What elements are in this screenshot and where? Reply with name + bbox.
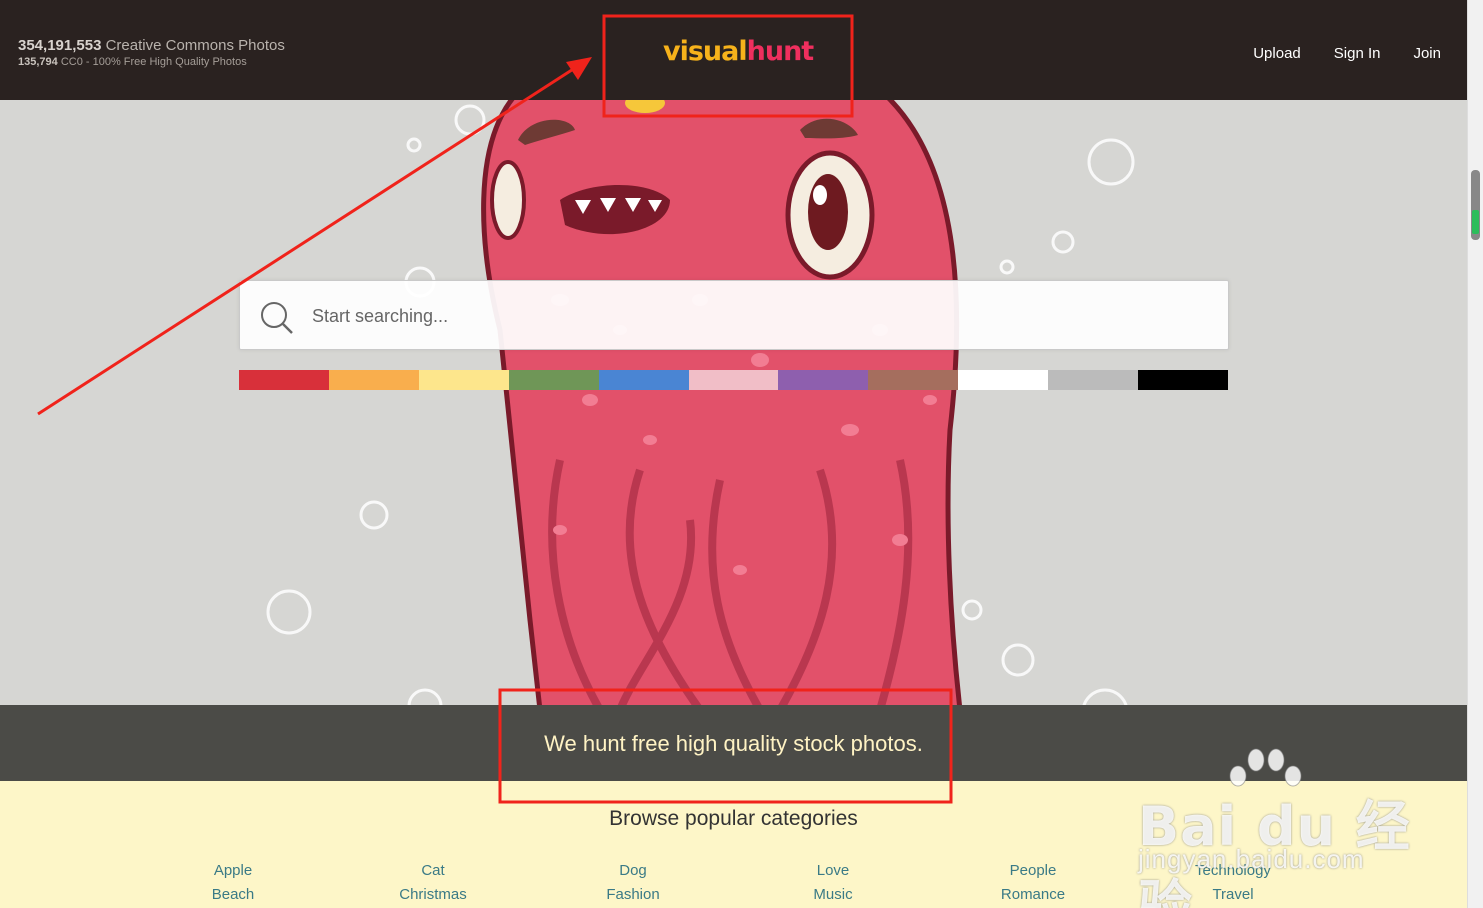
color-swatch[interactable]: [958, 370, 1049, 390]
category-column: Cat Christmas: [333, 859, 533, 907]
category-link[interactable]: Love: [733, 859, 933, 883]
category-link[interactable]: Christmas: [333, 883, 533, 907]
color-swatch[interactable]: [778, 370, 869, 390]
search-box: [239, 280, 1229, 350]
cc0-count: 135,794: [18, 56, 58, 68]
page: 354,191,553 Creative Commons Photos 135,…: [0, 0, 1467, 908]
logo-part-visual: visual: [663, 36, 748, 67]
watermark-url: jingyan.baidu.com: [1138, 844, 1365, 874]
vertical-scrollbar[interactable]: [1467, 0, 1483, 908]
visualhunt-logo[interactable]: visualhunt: [663, 36, 815, 67]
site-header: 354,191,553 Creative Commons Photos 135,…: [0, 0, 1467, 100]
category-link[interactable]: Music: [733, 883, 933, 907]
photo-count-label: Creative Commons Photos: [105, 37, 285, 54]
logo-part-hunt: hunt: [746, 36, 815, 67]
photo-stats: 354,191,553 Creative Commons Photos 135,…: [18, 37, 285, 68]
color-swatch[interactable]: [868, 370, 959, 390]
category-column: Dog Fashion: [533, 859, 733, 907]
category-column: Apple Beach: [133, 859, 333, 907]
color-swatch[interactable]: [508, 370, 599, 390]
category-link[interactable]: Apple: [133, 859, 333, 883]
cc0-label: CC0 - 100% Free High Quality Photos: [60, 56, 247, 68]
hero-banner: [0, 100, 1467, 705]
category-link[interactable]: Fashion: [533, 883, 733, 907]
photo-count-line: 354,191,553 Creative Commons Photos: [18, 37, 285, 54]
category-link[interactable]: People: [933, 859, 1133, 883]
search-icon[interactable]: [260, 301, 294, 335]
photo-count: 354,191,553: [18, 37, 102, 54]
search-input[interactable]: [310, 299, 1194, 333]
color-swatch[interactable]: [1048, 370, 1139, 390]
category-link[interactable]: Dog: [533, 859, 733, 883]
category-link[interactable]: Cat: [333, 859, 533, 883]
cc0-count-line: 135,794 CC0 - 100% Free High Quality Pho…: [18, 56, 285, 68]
scrollbar-thumb[interactable]: [1471, 170, 1480, 240]
color-filter-bar: [239, 370, 1228, 390]
color-swatch[interactable]: [418, 370, 509, 390]
category-column: Love Music: [733, 859, 933, 907]
color-swatch[interactable]: [688, 370, 779, 390]
color-swatch[interactable]: [598, 370, 689, 390]
sign-in-link[interactable]: Sign In: [1334, 45, 1381, 62]
join-link[interactable]: Join: [1413, 45, 1441, 62]
header-nav: Upload Sign In Join: [1253, 45, 1441, 62]
color-swatch[interactable]: [1138, 370, 1228, 390]
category-link[interactable]: Romance: [933, 883, 1133, 907]
category-link[interactable]: Beach: [133, 883, 333, 907]
category-column: People Romance: [933, 859, 1133, 907]
color-swatch[interactable]: [328, 370, 419, 390]
monster-illustration: [266, 100, 1135, 705]
color-swatch[interactable]: [239, 370, 329, 390]
upload-link[interactable]: Upload: [1253, 45, 1301, 62]
